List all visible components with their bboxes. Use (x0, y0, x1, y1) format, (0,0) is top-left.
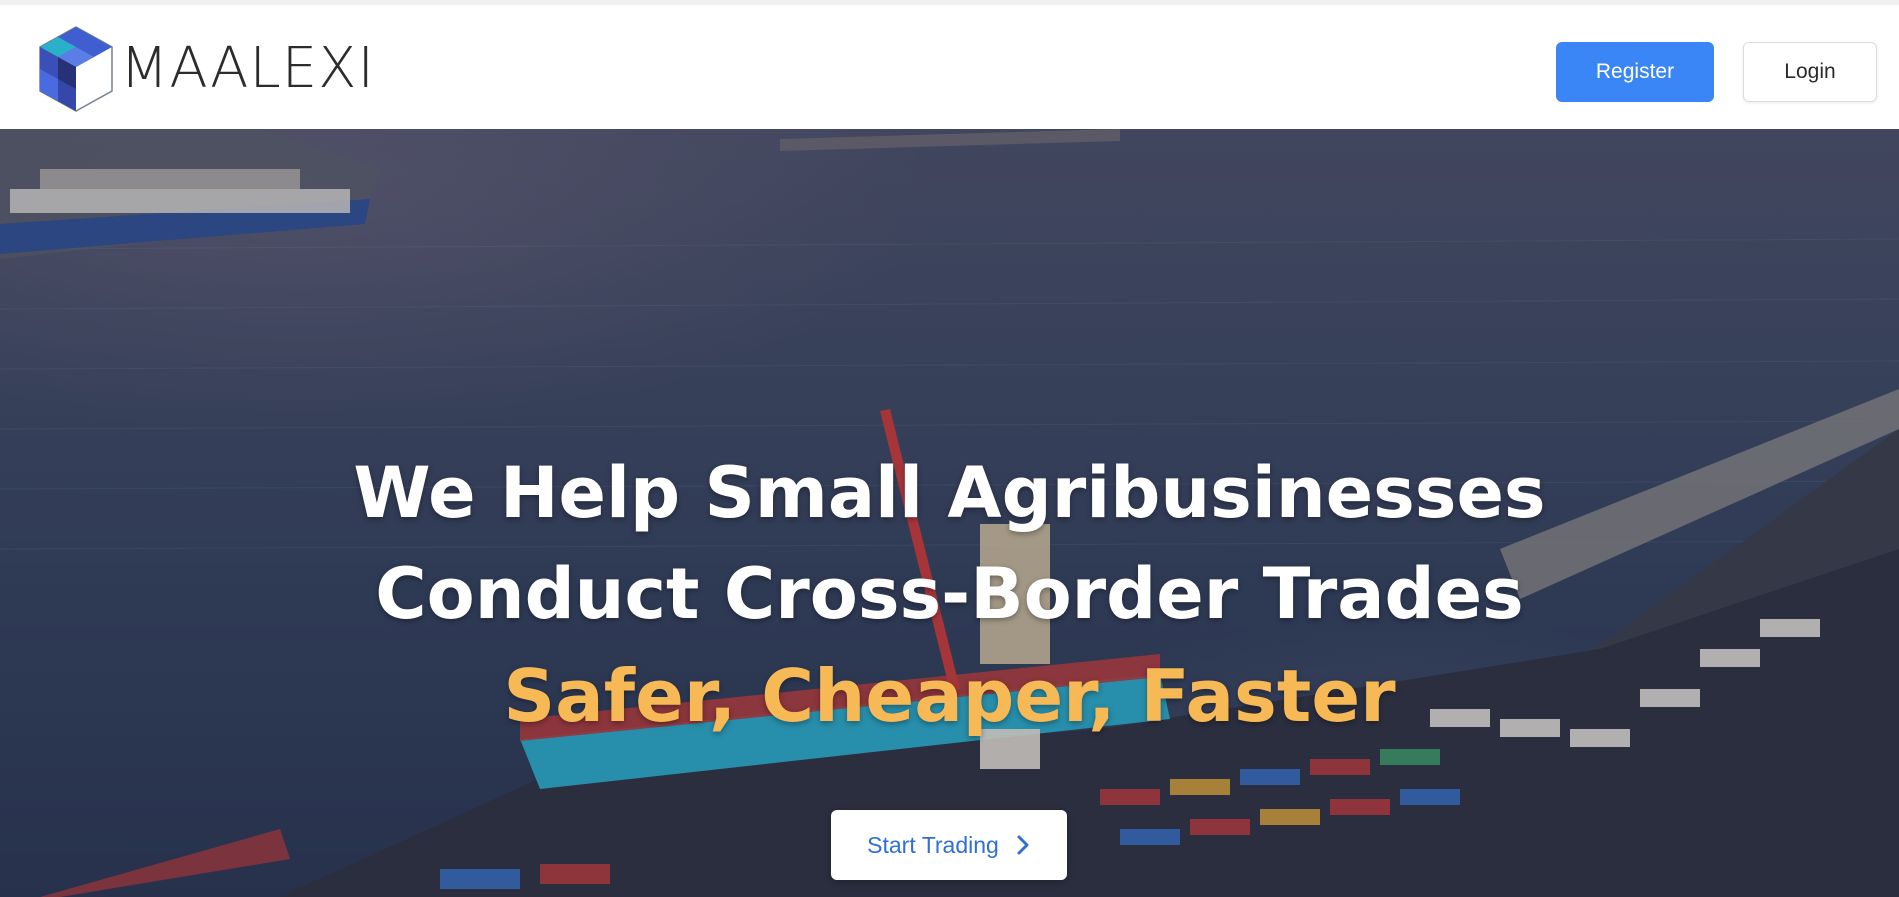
logo-wordmark: MAALEXI (120, 36, 375, 101)
chevron-right-icon (1017, 835, 1029, 855)
hero-headline-line2: Conduct Cross-Border Trades (375, 553, 1524, 635)
hero-section: We Help Small Agribusinesses Conduct Cro… (0, 129, 1899, 897)
register-button[interactable]: Register (1556, 42, 1714, 102)
hero-tagline: Safer, Cheaper, Faster (503, 654, 1396, 738)
logo-cube-icon (39, 26, 113, 112)
site-header: MAALEXI Register Login (0, 0, 1899, 129)
hero-headline-line1: We Help Small Agribusinesses (353, 452, 1546, 534)
site-logo[interactable]: MAALEXI (38, 25, 375, 113)
login-button[interactable]: Login (1743, 42, 1877, 102)
header-nav: Register Login (1556, 42, 1877, 102)
start-trading-button[interactable]: Start Trading (831, 810, 1067, 880)
start-trading-label: Start Trading (867, 831, 999, 858)
